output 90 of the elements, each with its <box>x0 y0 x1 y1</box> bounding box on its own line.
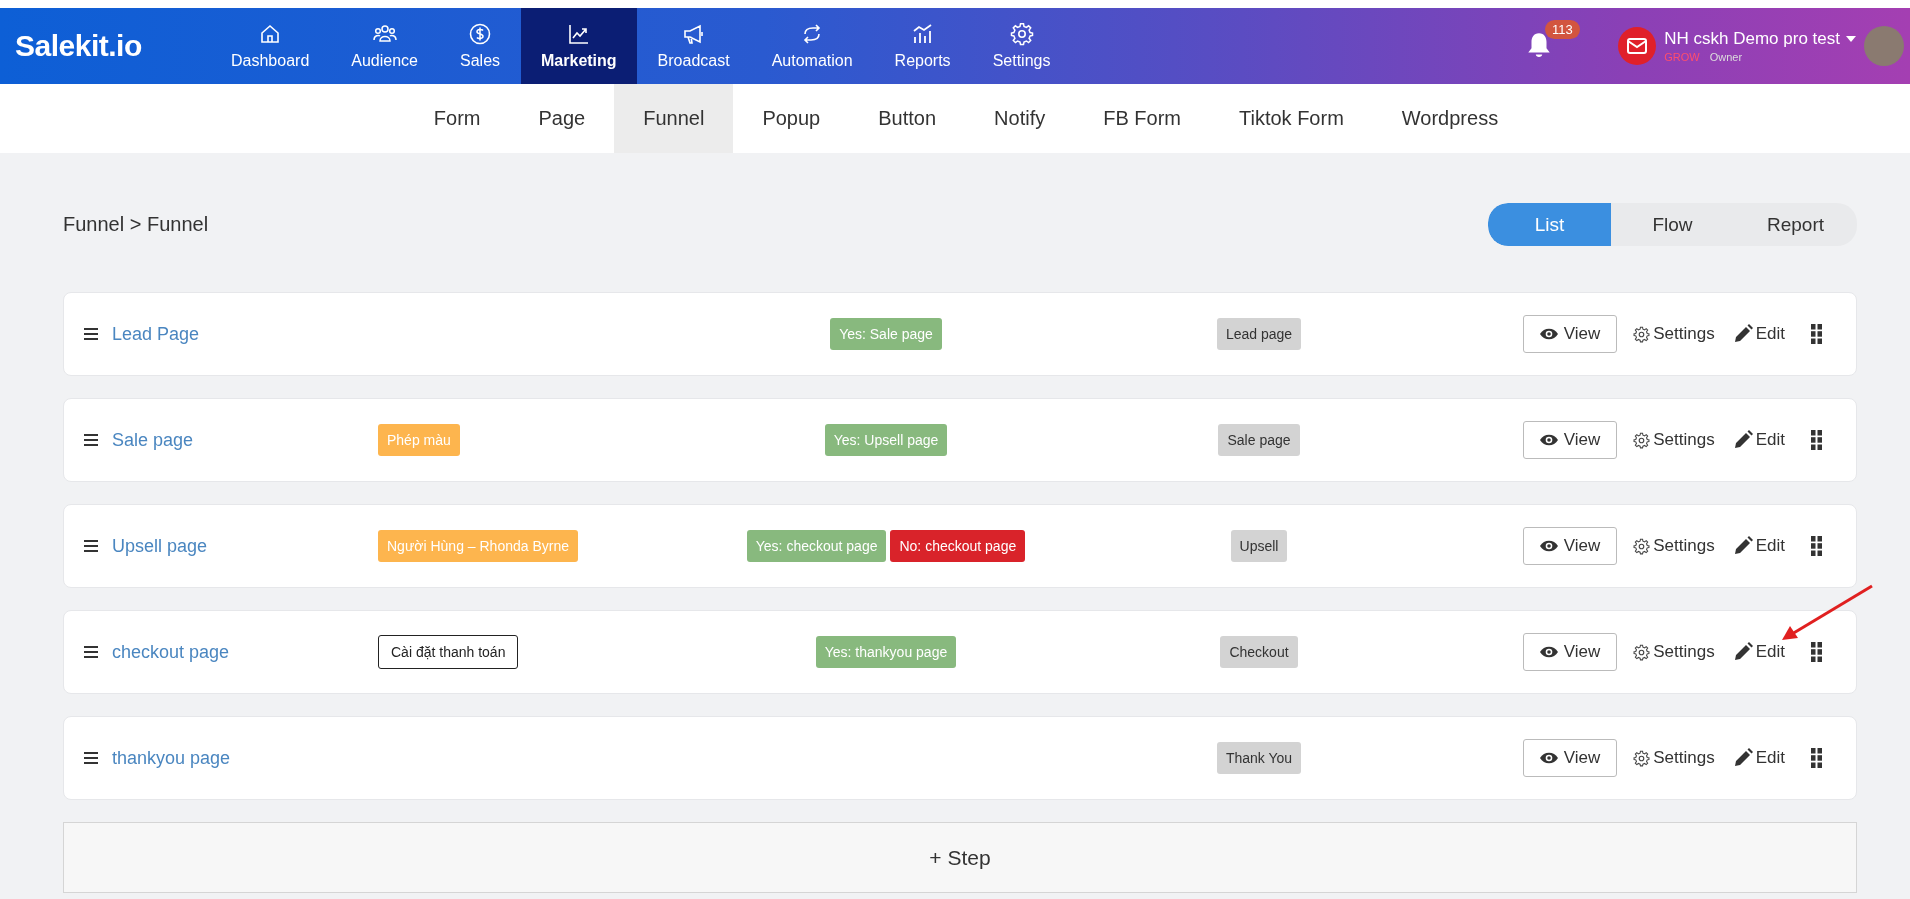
nav-item[interactable]: Dashboard <box>210 8 331 84</box>
settings-link[interactable]: Settings <box>1633 642 1715 662</box>
nav-item[interactable]: Reports <box>873 8 972 84</box>
role-label: Owner <box>1709 51 1743 63</box>
user-name[interactable]: NH cskh Demo pro test <box>1664 29 1840 49</box>
sub-tab[interactable]: Page <box>509 84 615 153</box>
pencil-icon <box>1732 642 1753 662</box>
dollar-icon <box>468 22 492 46</box>
branch-tag: Yes: Sale page <box>830 318 942 350</box>
sub-tab[interactable]: Popup <box>733 84 850 153</box>
settings-link[interactable]: Settings <box>1633 430 1715 450</box>
branch-tag: Yes: checkout page <box>746 530 887 562</box>
notification-count: 113 <box>1545 20 1580 39</box>
branch-tag: Yes: Upsell page <box>824 424 948 456</box>
edit-link[interactable]: Edit <box>1732 430 1785 450</box>
sub-tab[interactable]: FB Form <box>1074 84 1210 153</box>
step-name-link[interactable]: Upsell page <box>112 535 208 557</box>
eye-icon <box>1539 752 1558 764</box>
megaphone-icon <box>681 22 706 46</box>
view-button[interactable]: View <box>1522 633 1618 671</box>
eye-icon <box>1539 328 1558 340</box>
page-type-tag: Upsell <box>1230 530 1288 562</box>
page-type-tag: Sale page <box>1218 424 1300 456</box>
branch-tag: Yes: thankyou page <box>815 636 957 668</box>
edit-link[interactable]: Edit <box>1732 642 1785 662</box>
grip-icon[interactable] <box>1811 748 1822 768</box>
eye-icon <box>1539 540 1558 552</box>
nav-item[interactable]: Audience <box>330 8 439 84</box>
product-tag: Người Hùng – Rhonda Byrne <box>378 530 578 562</box>
view-toggle[interactable]: Report <box>1734 203 1857 246</box>
grip-icon[interactable] <box>1811 324 1822 344</box>
pencil-icon <box>1732 748 1753 768</box>
view-button[interactable]: View <box>1522 739 1618 777</box>
sub-tab[interactable]: Form <box>404 84 510 153</box>
eye-icon <box>1539 646 1558 658</box>
drag-lines-icon[interactable] <box>84 752 98 764</box>
settings-icon <box>1633 749 1651 767</box>
branch-tag: No: checkout page <box>890 530 1026 562</box>
step-name-link[interactable]: Sale page <box>112 429 194 451</box>
pencil-icon <box>1732 430 1753 450</box>
drag-lines-icon[interactable] <box>84 646 98 658</box>
plan-label: GROW <box>1664 51 1700 63</box>
add-step-button[interactable]: + Step <box>63 822 1857 893</box>
view-toggle[interactable]: Flow <box>1611 203 1734 246</box>
nav-item[interactable]: Automation <box>750 8 874 84</box>
step-name-link[interactable]: Lead Page <box>112 323 200 345</box>
page-type-tag: Lead page <box>1216 318 1302 350</box>
sub-tab[interactable]: Notify <box>965 84 1075 153</box>
logo[interactable]: Salekit.io <box>0 8 210 84</box>
settings-icon <box>1633 537 1651 555</box>
settings-icon <box>1633 431 1651 449</box>
sub-tab[interactable]: Funnel <box>614 84 734 153</box>
grip-icon[interactable] <box>1811 430 1822 450</box>
grip-icon[interactable] <box>1811 642 1822 662</box>
grip-icon[interactable] <box>1811 536 1822 556</box>
drag-lines-icon[interactable] <box>84 434 98 446</box>
pencil-icon <box>1732 536 1753 556</box>
drag-lines-icon[interactable] <box>84 540 98 552</box>
edit-link[interactable]: Edit <box>1732 748 1785 768</box>
page-type-tag: Checkout <box>1220 636 1298 668</box>
nav-item[interactable]: Settings <box>971 8 1072 84</box>
caret-icon[interactable] <box>1846 36 1856 42</box>
nav-item[interactable]: Sales <box>439 8 522 84</box>
sub-tab[interactable]: Tiktok Form <box>1210 84 1373 153</box>
view-button[interactable]: View <box>1522 527 1618 565</box>
settings-link[interactable]: Settings <box>1633 324 1715 344</box>
product-tag: Phép màu <box>378 424 460 456</box>
nav-item[interactable]: Marketing <box>521 8 637 84</box>
step-name-link[interactable]: checkout page <box>112 641 230 663</box>
view-button[interactable]: View <box>1522 315 1618 353</box>
payment-settings-tag: Cài đặt thanh toán <box>378 635 519 669</box>
settings-icon <box>1009 22 1034 46</box>
sub-tab[interactable]: Wordpress <box>1372 84 1528 153</box>
settings-link[interactable]: Settings <box>1633 748 1715 768</box>
sub-tab[interactable]: Button <box>849 84 966 153</box>
pencil-icon <box>1732 324 1753 344</box>
settings-icon <box>1633 643 1651 661</box>
nav-item[interactable]: Broadcast <box>636 8 751 84</box>
edit-link[interactable]: Edit <box>1732 536 1785 556</box>
view-button[interactable]: View <box>1522 421 1618 459</box>
settings-link[interactable]: Settings <box>1633 536 1715 556</box>
mail-icon <box>1618 27 1657 65</box>
drag-lines-icon[interactable] <box>84 328 98 340</box>
step-name-link[interactable]: thankyou page <box>112 747 231 769</box>
eye-icon <box>1539 434 1558 446</box>
settings-icon <box>1633 325 1651 343</box>
trend-chart-icon <box>566 22 591 46</box>
page-type-tag: Thank You <box>1216 742 1302 774</box>
breadcrumb: Funnel > Funnel <box>63 213 209 236</box>
edit-link[interactable]: Edit <box>1732 324 1785 344</box>
